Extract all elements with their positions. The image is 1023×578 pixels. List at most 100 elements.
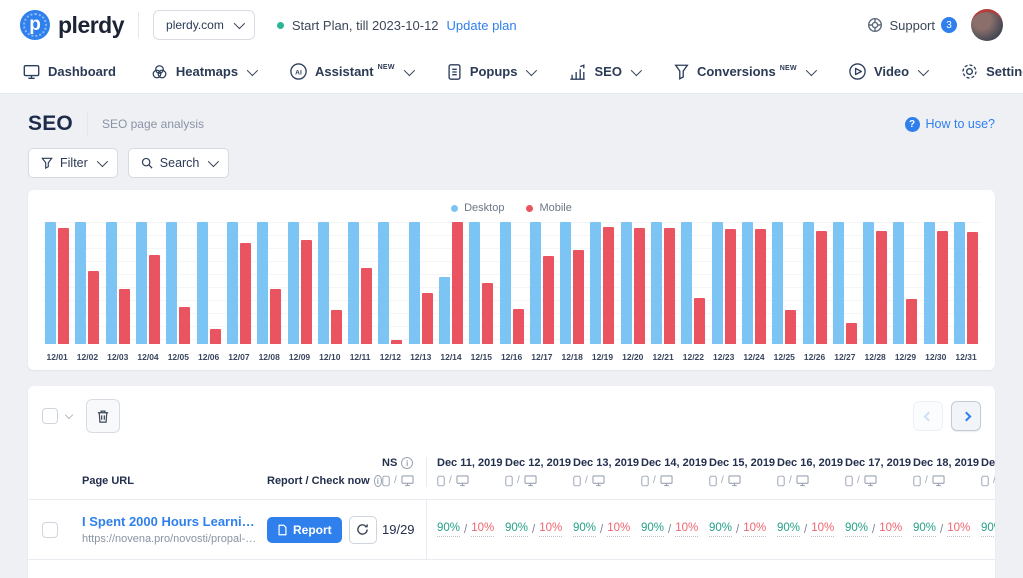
plerdy-logo[interactable]: p plerdy	[20, 10, 124, 40]
bar-desktop[interactable]	[742, 222, 753, 344]
legend-item-mobile[interactable]: Mobile	[526, 202, 571, 214]
bar-desktop[interactable]	[469, 222, 480, 344]
nav-item-heatmaps[interactable]: Heatmaps	[150, 63, 255, 81]
mobile-percent[interactable]: 10%	[471, 522, 494, 537]
bar-desktop[interactable]	[439, 277, 450, 344]
update-plan-link[interactable]: Update plan	[447, 18, 517, 33]
refresh-button[interactable]	[349, 516, 377, 544]
bar-desktop[interactable]	[651, 222, 662, 344]
bar-desktop[interactable]	[166, 222, 177, 344]
bar-desktop[interactable]	[288, 222, 299, 344]
select-dropdown-icon[interactable]	[65, 410, 73, 418]
info-icon[interactable]: i	[401, 457, 413, 469]
mobile-percent[interactable]: 10%	[947, 522, 970, 537]
bar-desktop[interactable]	[924, 222, 935, 344]
bar-mobile[interactable]	[119, 289, 130, 344]
bar-mobile[interactable]	[270, 289, 281, 344]
bar-desktop[interactable]	[772, 222, 783, 344]
bar-mobile[interactable]	[785, 310, 796, 344]
nav-item-popups[interactable]: Popups	[446, 63, 535, 81]
nav-item-settings[interactable]: Settings	[960, 62, 1023, 81]
legend-item-desktop[interactable]: Desktop	[451, 202, 504, 214]
bar-desktop[interactable]	[954, 222, 965, 344]
bar-mobile[interactable]	[422, 293, 433, 344]
bar-desktop[interactable]	[621, 222, 632, 344]
filter-button[interactable]: Filter	[28, 148, 118, 178]
bar-mobile[interactable]	[816, 231, 827, 344]
bar-mobile[interactable]	[301, 240, 312, 344]
bar-mobile[interactable]	[573, 250, 584, 344]
bar-mobile[interactable]	[906, 299, 917, 344]
bar-desktop[interactable]	[75, 222, 86, 344]
bar-desktop[interactable]	[712, 222, 723, 344]
bar-mobile[interactable]	[452, 222, 463, 344]
bar-desktop[interactable]	[863, 222, 874, 344]
bar-mobile[interactable]	[58, 228, 69, 344]
bar-desktop[interactable]	[560, 222, 571, 344]
delete-button[interactable]	[86, 399, 120, 433]
next-page-button[interactable]	[951, 401, 981, 431]
mobile-percent[interactable]: 10%	[879, 522, 902, 537]
support-button[interactable]: Support 3	[867, 17, 957, 33]
bar-desktop[interactable]	[893, 222, 904, 344]
domain-selector[interactable]: plerdy.com	[153, 10, 255, 40]
mobile-percent[interactable]: 10%	[675, 522, 698, 537]
mobile-percent[interactable]: 10%	[539, 522, 562, 537]
bar-desktop[interactable]	[106, 222, 117, 344]
desktop-percent[interactable]: 90%	[845, 522, 868, 537]
bar-desktop[interactable]	[530, 222, 541, 344]
nav-item-video[interactable]: Video	[848, 62, 926, 81]
bar-desktop[interactable]	[136, 222, 147, 344]
bar-mobile[interactable]	[331, 310, 342, 344]
bar-mobile[interactable]	[513, 309, 524, 344]
bar-mobile[interactable]	[88, 271, 99, 344]
nav-item-seo[interactable]: SEO	[568, 63, 638, 81]
bar-desktop[interactable]	[681, 222, 692, 344]
bar-mobile[interactable]	[634, 228, 645, 344]
bar-mobile[interactable]	[755, 229, 766, 344]
page-title-link[interactable]: I Spent 2000 Hours Learning How To...	[82, 514, 257, 529]
bar-desktop[interactable]	[590, 222, 601, 344]
desktop-percent[interactable]: 90%	[777, 522, 800, 537]
bar-mobile[interactable]	[482, 283, 493, 344]
mobile-percent[interactable]: 10%	[743, 522, 766, 537]
nav-item-conversions[interactable]: Conversions NEW	[673, 63, 814, 81]
desktop-percent[interactable]: 90%	[709, 522, 732, 537]
bar-mobile[interactable]	[694, 298, 705, 344]
desktop-percent[interactable]: 90%	[437, 522, 460, 537]
desktop-percent[interactable]: 90%	[573, 522, 596, 537]
search-button[interactable]: Search	[128, 148, 230, 178]
bar-mobile[interactable]	[937, 231, 948, 344]
bar-mobile[interactable]	[240, 243, 251, 344]
bar-mobile[interactable]	[967, 232, 978, 344]
desktop-percent[interactable]: 90%	[641, 522, 664, 537]
bar-mobile[interactable]	[210, 329, 221, 344]
bar-mobile[interactable]	[664, 228, 675, 344]
user-avatar[interactable]	[971, 9, 1003, 41]
desktop-percent[interactable]: 90%	[913, 522, 936, 537]
desktop-percent[interactable]: 90%	[505, 522, 528, 537]
bar-desktop[interactable]	[803, 222, 814, 344]
nav-item-dashboard[interactable]: Dashboard	[22, 63, 116, 81]
row-checkbox[interactable]	[42, 522, 58, 538]
bar-desktop[interactable]	[45, 222, 56, 344]
select-all-checkbox[interactable]	[42, 408, 58, 424]
bar-mobile[interactable]	[543, 256, 554, 344]
bar-mobile[interactable]	[725, 229, 736, 344]
bar-desktop[interactable]	[318, 222, 329, 344]
how-to-use-link[interactable]: ? How to use?	[905, 117, 995, 132]
bar-desktop[interactable]	[409, 222, 420, 344]
nav-item-assistant[interactable]: AI Assistant NEW	[289, 62, 412, 81]
bar-mobile[interactable]	[361, 268, 372, 344]
bar-mobile[interactable]	[149, 255, 160, 344]
bar-mobile[interactable]	[179, 307, 190, 344]
bar-desktop[interactable]	[348, 222, 359, 344]
bar-desktop[interactable]	[257, 222, 268, 344]
bar-desktop[interactable]	[500, 222, 511, 344]
desktop-percent[interactable]: 90%	[981, 522, 995, 537]
bar-mobile[interactable]	[846, 323, 857, 344]
bar-desktop[interactable]	[833, 222, 844, 344]
bar-desktop[interactable]	[227, 222, 238, 344]
bar-mobile[interactable]	[876, 231, 887, 344]
report-button[interactable]: Report	[267, 517, 342, 543]
